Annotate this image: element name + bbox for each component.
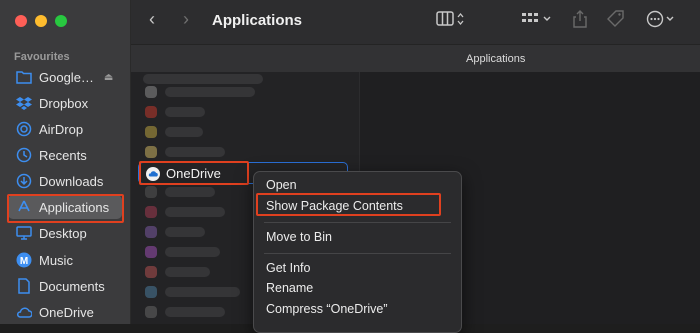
annotation-highlight-onedrive bbox=[139, 161, 249, 185]
sidebar-section-title: Favourites bbox=[14, 51, 70, 63]
sidebar-item-desktop[interactable]: Desktop bbox=[8, 221, 122, 245]
forward-button[interactable]: › bbox=[183, 9, 189, 30]
menu-item-compress[interactable]: Compress “OneDrive” bbox=[266, 302, 388, 316]
blurred-app-icon bbox=[145, 266, 157, 278]
blurred-app-icon bbox=[145, 206, 157, 218]
blurred-list-item[interactable] bbox=[165, 107, 205, 117]
close-window-button[interactable] bbox=[15, 15, 27, 27]
view-columns-button[interactable] bbox=[436, 10, 466, 32]
blurred-app-icon bbox=[145, 286, 157, 298]
clock-icon bbox=[16, 147, 32, 163]
sidebar-item-google[interactable]: Google… ⏏ bbox=[8, 65, 122, 89]
sidebar-item-airdrop[interactable]: AirDrop bbox=[8, 117, 122, 141]
path-bar: Applications bbox=[131, 44, 700, 73]
folder-icon bbox=[16, 69, 32, 85]
eject-icon[interactable]: ⏏ bbox=[104, 72, 113, 83]
back-button[interactable]: ‹ bbox=[149, 9, 155, 30]
music-icon: M bbox=[16, 252, 32, 268]
sidebar-item-label: Music bbox=[39, 252, 73, 268]
blurred-list-item[interactable] bbox=[165, 247, 220, 257]
blurred-app-icon bbox=[145, 226, 157, 238]
blurred-app-icon bbox=[145, 106, 157, 118]
menu-item-open[interactable]: Open bbox=[266, 178, 297, 192]
blurred-list-item[interactable] bbox=[165, 227, 205, 237]
sidebar-item-label: Downloads bbox=[39, 173, 104, 189]
menu-item-rename[interactable]: Rename bbox=[266, 281, 313, 295]
minimize-window-button[interactable] bbox=[35, 15, 47, 27]
download-icon bbox=[16, 173, 32, 189]
desktop-icon bbox=[16, 225, 32, 241]
blurred-list-item[interactable] bbox=[165, 287, 240, 297]
cloud-icon bbox=[16, 304, 32, 320]
annotation-highlight-applications bbox=[7, 194, 124, 223]
blurred-list-item[interactable] bbox=[165, 267, 210, 277]
sidebar-item-documents[interactable]: Documents bbox=[8, 274, 122, 298]
svg-text:M: M bbox=[20, 256, 28, 267]
sidebar-item-label: Dropbox bbox=[39, 95, 89, 111]
sidebar-item-onedrive[interactable]: OneDrive bbox=[8, 300, 122, 324]
group-button[interactable] bbox=[521, 10, 553, 32]
sidebar-item-label: Documents bbox=[39, 278, 105, 294]
blurred-app-icon bbox=[145, 186, 157, 198]
blurred-app-icon bbox=[145, 146, 157, 158]
window-controls bbox=[15, 15, 67, 27]
sidebar-item-recents[interactable]: Recents bbox=[8, 143, 122, 167]
blurred-list-item[interactable] bbox=[165, 127, 203, 137]
sidebar-item-label: Google… bbox=[39, 69, 94, 85]
sidebar: Favourites Google… ⏏ Dropbox AirDrop Rec… bbox=[0, 0, 131, 324]
blurred-list-item[interactable] bbox=[165, 87, 255, 97]
sidebar-item-dropbox[interactable]: Dropbox bbox=[8, 91, 122, 115]
path-bar-label: Applications bbox=[466, 53, 526, 65]
share-icon[interactable] bbox=[573, 10, 587, 32]
sidebar-item-music[interactable]: M Music bbox=[8, 248, 122, 272]
blurred-list-item[interactable] bbox=[165, 207, 225, 217]
more-actions-button[interactable] bbox=[646, 10, 678, 32]
airdrop-icon bbox=[16, 121, 32, 137]
sidebar-item-label: Desktop bbox=[39, 225, 87, 241]
menu-separator bbox=[264, 222, 451, 223]
tag-icon[interactable] bbox=[607, 10, 625, 32]
blurred-list-item[interactable] bbox=[165, 307, 225, 317]
blurred-list-item[interactable] bbox=[165, 147, 225, 157]
document-icon bbox=[16, 278, 32, 294]
window-title: Applications bbox=[212, 12, 303, 29]
menu-item-move-to-bin[interactable]: Move to Bin bbox=[266, 230, 332, 244]
blurred-app-icon bbox=[145, 86, 157, 98]
blurred-app-icon bbox=[145, 126, 157, 138]
menu-item-get-info[interactable]: Get Info bbox=[266, 261, 310, 275]
menu-separator bbox=[264, 253, 451, 254]
annotation-highlight-show-package-contents bbox=[256, 193, 441, 216]
sidebar-item-label: Recents bbox=[39, 147, 87, 163]
sidebar-item-label: OneDrive bbox=[39, 304, 94, 320]
sidebar-item-label: AirDrop bbox=[39, 121, 84, 137]
zoom-window-button[interactable] bbox=[55, 15, 67, 27]
dropbox-icon bbox=[16, 95, 32, 111]
blurred-list-item[interactable] bbox=[143, 74, 263, 84]
blurred-app-icon bbox=[145, 306, 157, 318]
sidebar-item-downloads[interactable]: Downloads bbox=[8, 169, 122, 193]
blurred-app-icon bbox=[145, 246, 157, 258]
blurred-list-item[interactable] bbox=[165, 187, 215, 197]
